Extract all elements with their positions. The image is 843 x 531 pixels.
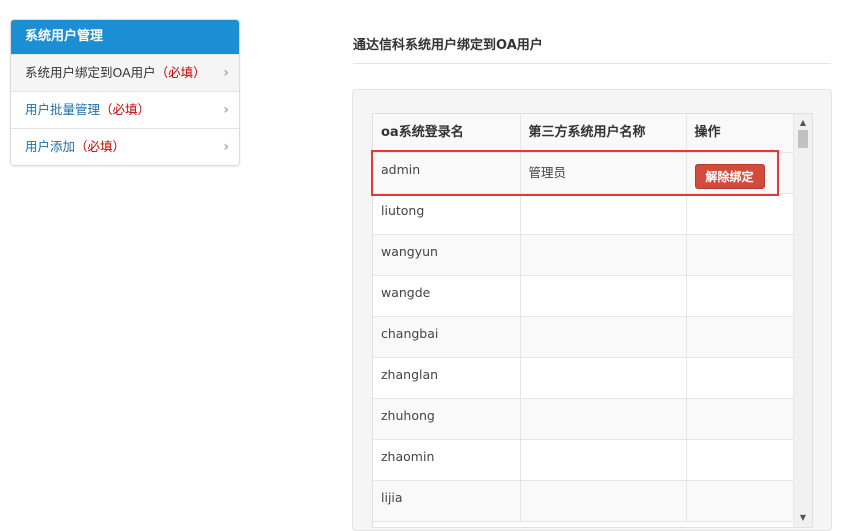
- required-marker: （必填）: [155, 65, 206, 80]
- cell-action: [686, 398, 794, 440]
- cell-login: zhuhong: [373, 398, 521, 440]
- vertical-scrollbar[interactable]: ▲ ▼: [793, 114, 812, 527]
- cell-action: [686, 193, 794, 235]
- sidebar-item-label: 系统用户绑定到OA用户: [25, 65, 156, 80]
- cell-login: zhaomin: [373, 439, 521, 481]
- sidebar-menu: 系统用户管理 系统用户绑定到OA用户（必填） › 用户批量管理（必填） › 用户…: [10, 19, 240, 166]
- user-binding-table: oa系统登录名 第三方系统用户名称 操作 admin 管理员 解除绑定 liut…: [373, 114, 794, 522]
- sidebar-item-label: 用户批量管理: [25, 102, 101, 117]
- cell-third-party: [520, 316, 687, 358]
- cell-third-party: [520, 275, 687, 317]
- title-divider: [353, 63, 831, 64]
- chevron-right-icon: ›: [223, 65, 229, 81]
- cell-login: liutong: [373, 193, 521, 235]
- table-row: zhuhong: [373, 398, 794, 440]
- sidebar-item-add-user[interactable]: 用户添加（必填） ›: [11, 128, 239, 165]
- cell-action: [686, 439, 794, 481]
- cell-login: zhanglan: [373, 357, 521, 399]
- table-row: liutong: [373, 193, 794, 235]
- cell-action: [686, 275, 794, 317]
- table-row: changbai: [373, 316, 794, 358]
- sidebar-title: 系统用户管理: [11, 20, 239, 54]
- table-row: admin 管理员 解除绑定: [373, 152, 794, 194]
- scroll-down-arrow-icon[interactable]: ▼: [794, 511, 812, 525]
- cell-login: wangyun: [373, 234, 521, 276]
- cell-action: [686, 234, 794, 276]
- cell-action: 解除绑定: [686, 152, 794, 194]
- page-title: 通达信科系统用户绑定到OA用户: [353, 38, 543, 53]
- table-row: zhaomin: [373, 439, 794, 481]
- cell-third-party: [520, 439, 687, 481]
- cell-login: changbai: [373, 316, 521, 358]
- cell-login: lijia: [373, 480, 521, 522]
- table-row: wangyun: [373, 234, 794, 276]
- header-oa-login: oa系统登录名: [373, 114, 521, 153]
- required-marker: （必填）: [75, 139, 126, 154]
- header-third-party-name: 第三方系统用户名称: [520, 114, 687, 153]
- cell-third-party: [520, 398, 687, 440]
- header-action: 操作: [686, 114, 794, 153]
- chevron-right-icon: ›: [223, 102, 229, 118]
- scroll-up-arrow-icon[interactable]: ▲: [794, 116, 812, 130]
- sidebar-item-batch-manage[interactable]: 用户批量管理（必填） ›: [11, 91, 239, 128]
- cell-action: [686, 316, 794, 358]
- cell-action: [686, 480, 794, 522]
- chevron-right-icon: ›: [223, 139, 229, 155]
- sidebar-item-label: 用户添加: [25, 139, 76, 154]
- user-table-container[interactable]: oa系统登录名 第三方系统用户名称 操作 admin 管理员 解除绑定 liut…: [372, 113, 813, 528]
- table-row: zhanglan: [373, 357, 794, 399]
- cell-third-party: [520, 193, 687, 235]
- cell-login: admin: [373, 152, 521, 194]
- cell-action: [686, 357, 794, 399]
- scroll-thumb[interactable]: [798, 130, 808, 148]
- table-row: lijia: [373, 480, 794, 522]
- unbind-button[interactable]: 解除绑定: [694, 164, 765, 189]
- sidebar-item-bind-oa[interactable]: 系统用户绑定到OA用户（必填） ›: [11, 54, 239, 91]
- cell-third-party: [520, 234, 687, 276]
- required-marker: （必填）: [100, 102, 151, 117]
- cell-third-party: 管理员: [520, 152, 687, 194]
- cell-third-party: [520, 480, 687, 522]
- table-header-row: oa系统登录名 第三方系统用户名称 操作: [373, 114, 794, 153]
- cell-login: wangde: [373, 275, 521, 317]
- cell-third-party: [520, 357, 687, 399]
- table-row: wangde: [373, 275, 794, 317]
